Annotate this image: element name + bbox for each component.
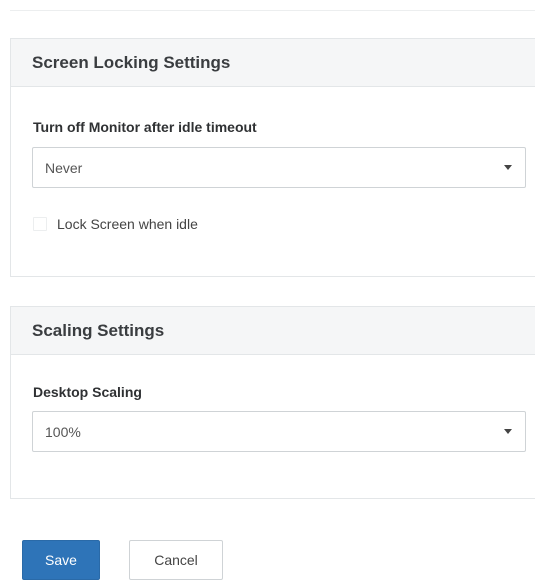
- lock-screen-label: Lock Screen when idle: [57, 216, 198, 232]
- desktop-scaling-label: Desktop Scaling: [33, 384, 142, 400]
- cancel-button[interactable]: Cancel: [129, 540, 223, 580]
- lock-screen-checkbox[interactable]: Lock Screen when idle: [33, 216, 198, 232]
- desktop-scaling-value: 100%: [45, 423, 81, 440]
- caret-down-icon: [504, 429, 512, 434]
- caret-down-icon: [504, 165, 512, 170]
- screen-locking-header: Screen Locking Settings: [11, 39, 535, 87]
- monitor-timeout-select[interactable]: Never: [32, 147, 526, 188]
- checkbox-unchecked-icon[interactable]: [33, 217, 47, 231]
- monitor-timeout-label: Turn off Monitor after idle timeout: [33, 119, 257, 135]
- previous-panel-edge: [10, 0, 535, 11]
- desktop-scaling-select[interactable]: 100%: [32, 411, 526, 452]
- screen-locking-panel: Screen Locking Settings Turn off Monitor…: [10, 38, 535, 277]
- monitor-timeout-value: Never: [45, 159, 83, 176]
- scaling-header: Scaling Settings: [11, 307, 535, 355]
- scaling-panel: Scaling Settings Desktop Scaling 100%: [10, 306, 535, 499]
- save-button[interactable]: Save: [22, 540, 100, 580]
